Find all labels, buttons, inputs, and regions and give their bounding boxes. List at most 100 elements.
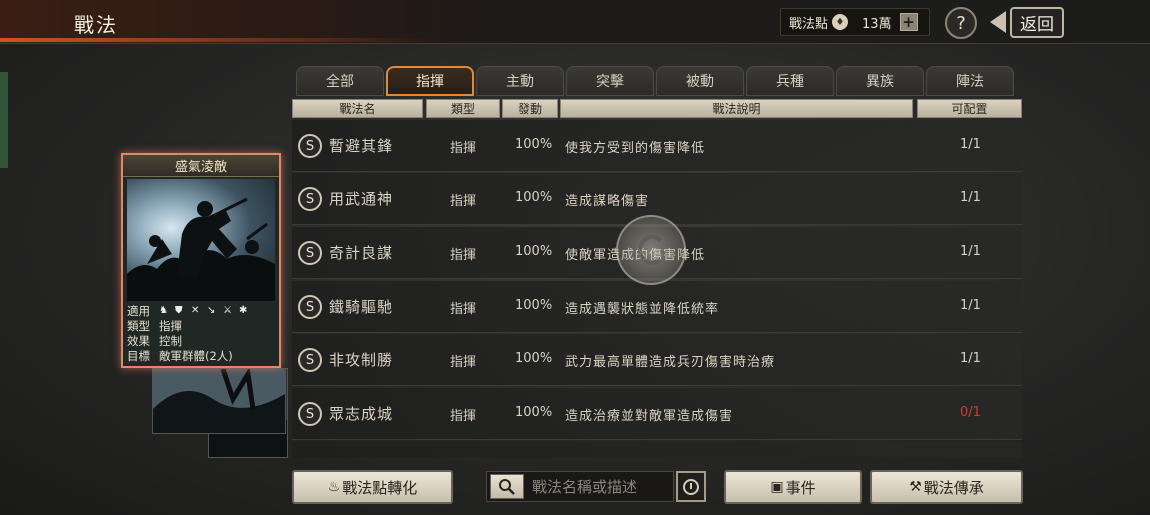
grade-s-icon: S <box>298 348 322 372</box>
tactic-rate: 100% <box>515 405 553 420</box>
apply-label: 適用 <box>127 303 150 318</box>
loading-spinner-icon <box>616 215 686 285</box>
target-label: 目標 <box>127 348 150 363</box>
add-points-button[interactable]: + <box>899 13 918 31</box>
flame-icon: ♨ <box>327 479 341 495</box>
tactic-name: 用武通神 <box>329 190 394 208</box>
back-arrow-icon <box>990 11 1006 33</box>
tab-assault[interactable]: 突擊 <box>566 66 654 96</box>
wheel-icon: ✱ <box>239 305 248 316</box>
tactic-type: 指揮 <box>450 355 477 370</box>
tactic-desc: 造成謀略傷害 <box>565 194 650 209</box>
table-row[interactable]: S 鐵騎驅馳 指揮 100% 造成遇襲狀態並降低統率 1/1 <box>292 281 1022 333</box>
column-header-name[interactable]: 戰法名 <box>292 99 423 118</box>
card-info: 適用 ♞ ⛊ ✕ ↘ ⚔ ✱ 類型 指揮 效果 控制 目標 敵軍群體(2人) <box>127 303 277 363</box>
tab-troop-type[interactable]: 兵種 <box>746 66 834 96</box>
card-title: 盛氣淩敵 <box>123 155 279 177</box>
inherit-tactic-button[interactable]: ⚒ 戰法傳承 <box>870 470 1023 504</box>
table-row[interactable] <box>292 442 1022 458</box>
search-icon[interactable] <box>490 474 524 499</box>
back-label: 返回 <box>1010 6 1064 38</box>
event-label: 事件 <box>785 478 816 497</box>
tactics-table: S 暫避其鋒 指揮 100% 使我方受到的傷害降低 1/1 S 用武通神 指揮 … <box>292 120 1022 458</box>
tactic-rate: 100% <box>515 298 553 313</box>
search-bar <box>486 471 674 502</box>
back-button[interactable]: 返回 <box>990 6 1086 38</box>
tactic-slots: 1/1 <box>960 244 981 259</box>
tactic-slots: 0/1 <box>960 405 981 420</box>
tactic-rate: 100% <box>515 190 553 205</box>
search-input[interactable] <box>532 477 672 496</box>
selected-tactic-card[interactable]: 盛氣淩敵 適用 ♞ ⛊ ✕ ↘ ⚔ ✱ 類型 指揮 效果 控制 目標 敵軍群體(… <box>121 153 281 368</box>
tactic-name: 非攻制勝 <box>329 351 394 369</box>
cavalry-icon: ♞ <box>159 305 168 316</box>
history-button[interactable] <box>676 471 706 502</box>
page-title: 戰法 <box>74 13 118 37</box>
table-row[interactable]: S 非攻制勝 指揮 100% 武力最高單體造成兵刃傷害時治療 1/1 <box>292 334 1022 386</box>
tactic-type: 指揮 <box>450 194 477 209</box>
tactic-name: 鐵騎驅馳 <box>329 298 394 316</box>
convert-points-label: 戰法點轉化 <box>342 478 418 497</box>
tactic-rate: 100% <box>515 351 553 366</box>
column-header-rate[interactable]: 發動 <box>502 99 558 118</box>
tab-command[interactable]: 指揮 <box>386 66 474 96</box>
siege-icon: ⚔ <box>223 305 232 316</box>
target-value: 敵軍群體(2人) <box>159 348 233 363</box>
column-header-slots[interactable]: 可配置 <box>917 99 1022 118</box>
grade-s-icon: S <box>298 187 322 211</box>
tab-all[interactable]: 全部 <box>296 66 384 96</box>
type-label: 類型 <box>127 318 150 333</box>
card-artwork <box>127 179 275 301</box>
tactic-type: 指揮 <box>450 302 477 317</box>
event-button[interactable]: ▣ 事件 <box>724 470 862 504</box>
inherit-tactic-label: 戰法傳承 <box>923 478 984 497</box>
column-header-type[interactable]: 類型 <box>426 99 500 118</box>
shield-icon: ⛊ <box>175 305 183 316</box>
type-value: 指揮 <box>159 318 182 333</box>
tactic-points-value: 13萬 <box>862 16 892 32</box>
tactic-name: 眾志成城 <box>329 405 394 423</box>
tactic-name: 奇計良謀 <box>329 244 394 262</box>
clock-icon <box>683 478 699 495</box>
tab-passive[interactable]: 被動 <box>656 66 744 96</box>
tactic-type: 指揮 <box>450 248 477 263</box>
tab-active[interactable]: 主動 <box>476 66 564 96</box>
tactic-name: 暫避其鋒 <box>329 137 394 155</box>
table-row[interactable]: S 眾志成城 指揮 100% 造成治療並對敵軍造成傷害 0/1 <box>292 388 1022 440</box>
unit-icons: ♞ ⛊ ✕ ↘ ⚔ ✱ <box>159 305 250 316</box>
help-button[interactable]: ? <box>945 7 977 39</box>
tactic-slots: 1/1 <box>960 351 981 366</box>
tab-foreign[interactable]: 異族 <box>836 66 924 96</box>
grade-s-icon: S <box>298 295 322 319</box>
title-glow <box>0 38 430 42</box>
tactic-desc: 使我方受到的傷害降低 <box>565 141 706 156</box>
coin-icon: ♦ <box>832 14 849 30</box>
hammer-icon: ⚒ <box>909 479 922 495</box>
tactic-type: 指揮 <box>450 141 477 156</box>
tactic-desc: 造成遇襲狀態並降低統率 <box>565 302 720 317</box>
tactic-slots: 1/1 <box>960 137 981 152</box>
tactic-rate: 100% <box>515 137 553 152</box>
tactic-type: 指揮 <box>450 409 477 424</box>
effect-label: 效果 <box>127 333 150 348</box>
tactic-slots: 1/1 <box>960 298 981 313</box>
stacked-card-art <box>153 366 285 433</box>
tactic-points-label: 戰法點 <box>789 16 829 32</box>
side-edge-tab[interactable] <box>0 72 8 168</box>
tactic-rate: 100% <box>515 244 553 259</box>
tactic-desc: 造成治療並對敵軍造成傷害 <box>565 409 734 424</box>
top-bar: 戰法 戰法點 ♦ 13萬 + ? 返回 <box>0 0 1150 44</box>
grade-s-icon: S <box>298 241 322 265</box>
effect-value: 控制 <box>159 333 182 348</box>
spear-icon: ↘ <box>207 305 216 316</box>
grade-s-icon: S <box>298 134 322 158</box>
tactic-desc: 武力最高單體造成兵刃傷害時治療 <box>565 355 776 370</box>
stacked-tactic-card[interactable] <box>152 366 286 434</box>
category-tabs: 全部 指揮 主動 突擊 被動 兵種 異族 陣法 <box>296 66 1016 98</box>
convert-points-button[interactable]: ♨ 戰法點轉化 <box>292 470 453 504</box>
grade-s-icon: S <box>298 402 322 426</box>
table-row[interactable]: S 暫避其鋒 指揮 100% 使我方受到的傷害降低 1/1 <box>292 120 1022 172</box>
tab-formation[interactable]: 陣法 <box>926 66 1014 96</box>
tactic-points-box: 戰法點 ♦ 13萬 + <box>780 8 930 36</box>
column-header-desc: 戰法說明 <box>560 99 913 118</box>
